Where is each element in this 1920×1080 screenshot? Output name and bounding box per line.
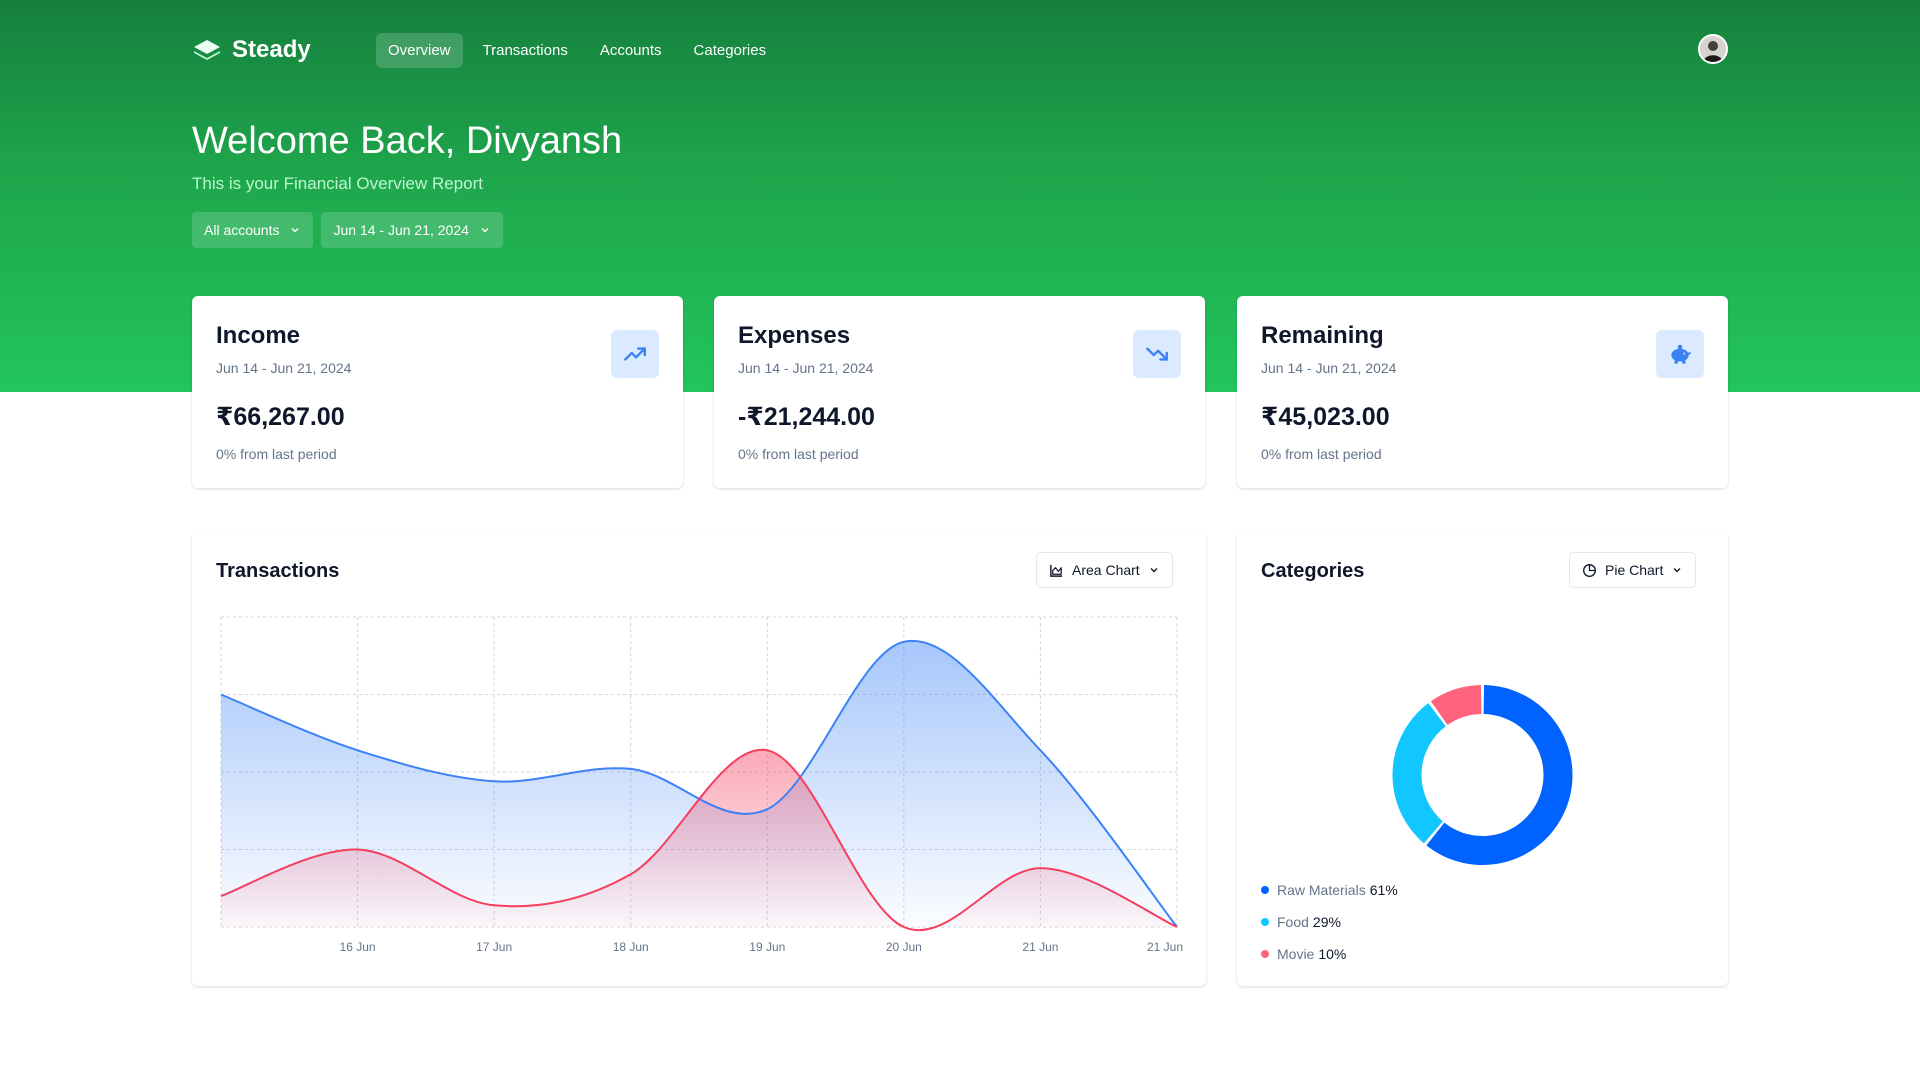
legend-percent: 10%	[1318, 946, 1347, 962]
stat-range: Jun 14 - Jun 21, 2024	[216, 360, 352, 376]
legend-dot	[1261, 950, 1269, 958]
stat-value: ₹66,267.00	[216, 403, 345, 431]
account-filter[interactable]: All accounts	[192, 212, 314, 248]
legend-label: Food	[1277, 914, 1309, 930]
account-filter-label: All accounts	[204, 222, 280, 238]
user-avatar-icon	[1700, 36, 1726, 62]
legend-dot	[1261, 886, 1269, 894]
income-icon-box	[611, 330, 659, 378]
x-tick-label: 18 Jun	[613, 940, 649, 954]
nav-transactions[interactable]: Transactions	[471, 33, 580, 68]
chevron-down-icon	[291, 228, 299, 233]
logo-icon	[194, 40, 220, 60]
legend-item: Food 29%	[1261, 906, 1398, 938]
income-card: Income Jun 14 - Jun 21, 2024 ₹66,267.00 …	[192, 296, 683, 488]
legend-percent: 29%	[1312, 914, 1341, 930]
nav-accounts[interactable]: Accounts	[588, 33, 674, 68]
nav-categories[interactable]: Categories	[682, 33, 779, 68]
x-tick-label: 17 Jun	[476, 940, 512, 954]
categories-panel: Categories Pie Chart Raw Materials 61% F…	[1237, 532, 1728, 986]
pie-type-select[interactable]: Pie Chart	[1569, 552, 1697, 588]
x-tick-label: 21 Jun	[1022, 940, 1058, 954]
remaining-card: Remaining Jun 14 - Jun 21, 2024 ₹45,023.…	[1237, 296, 1728, 488]
pie-chart-icon	[1583, 563, 1596, 577]
transactions-panel: Transactions Area Chart 16 Jun 17 Jun 18 J…	[192, 532, 1206, 986]
legend-item: Movie 10%	[1261, 938, 1398, 970]
page-container: Steady Overview Transactions Accounts Ca…	[192, 0, 1728, 1080]
stat-range: Jun 14 - Jun 21, 2024	[738, 360, 874, 376]
stat-value: -₹21,244.00	[738, 403, 875, 431]
trending-down-icon	[1146, 347, 1168, 361]
stat-note: 0% from last period	[1261, 446, 1382, 462]
piggy-bank-icon	[1671, 344, 1691, 364]
legend-label: Raw Materials	[1277, 882, 1366, 898]
stat-range: Jun 14 - Jun 21, 2024	[1261, 360, 1397, 376]
panel-title: Categories	[1261, 560, 1365, 582]
expenses-card: Expenses Jun 14 - Jun 21, 2024 -₹21,244.…	[714, 296, 1205, 488]
date-filter[interactable]: Jun 14 - Jun 21, 2024	[321, 212, 503, 248]
stat-title: Expenses	[738, 322, 851, 349]
legend-label: Movie	[1277, 946, 1315, 962]
stat-note: 0% from last period	[216, 446, 337, 462]
expenses-icon-box	[1133, 330, 1181, 378]
nav-overview[interactable]: Overview	[376, 32, 463, 68]
pie-slice-food	[1392, 703, 1446, 844]
app-name: Steady	[232, 36, 311, 63]
nav-links: Overview Transactions Accounts Categorie…	[376, 32, 779, 68]
top-nav: Steady Overview Transactions Accounts Ca…	[192, 32, 1728, 68]
avatar[interactable]	[1698, 34, 1728, 64]
stat-title: Income	[216, 322, 301, 349]
legend-item: Raw Materials 61%	[1261, 874, 1398, 906]
stat-title: Remaining	[1261, 322, 1384, 349]
x-tick-label: 16 Jun	[340, 940, 376, 954]
stat-note: 0% from last period	[738, 446, 859, 462]
chevron-down-icon	[481, 228, 489, 233]
filters: All accounts Jun 14 - Jun 21, 2024	[192, 212, 503, 248]
categories-donut-chart	[1392, 685, 1573, 865]
trending-up-icon	[624, 347, 646, 361]
date-filter-label: Jun 14 - Jun 21, 2024	[333, 222, 469, 238]
overview-subtitle: This is your Financial Overview Report	[192, 174, 483, 193]
x-tick-label: 19 Jun	[749, 940, 785, 954]
pie-type-label: Pie Chart	[1605, 562, 1664, 578]
legend-percent: 61%	[1369, 882, 1398, 898]
transactions-area-chart: 16 Jun 17 Jun 18 Jun 19 Jun 20 Jun 21 Jun 21 J…	[220, 616, 1183, 954]
legend-dot	[1261, 918, 1269, 926]
x-tick-label: 20 Jun	[886, 940, 922, 954]
categories-legend: Raw Materials 61% Food 29% Movie 10%	[1261, 874, 1398, 970]
welcome-heading: Welcome Back, Divyansh	[192, 120, 623, 162]
x-tick-label: 21 Jun	[1147, 940, 1183, 954]
chevron-down-icon	[1673, 568, 1681, 573]
remaining-icon-box	[1656, 330, 1704, 378]
logo[interactable]: Steady	[192, 36, 376, 64]
stat-value: ₹45,023.00	[1261, 403, 1390, 431]
